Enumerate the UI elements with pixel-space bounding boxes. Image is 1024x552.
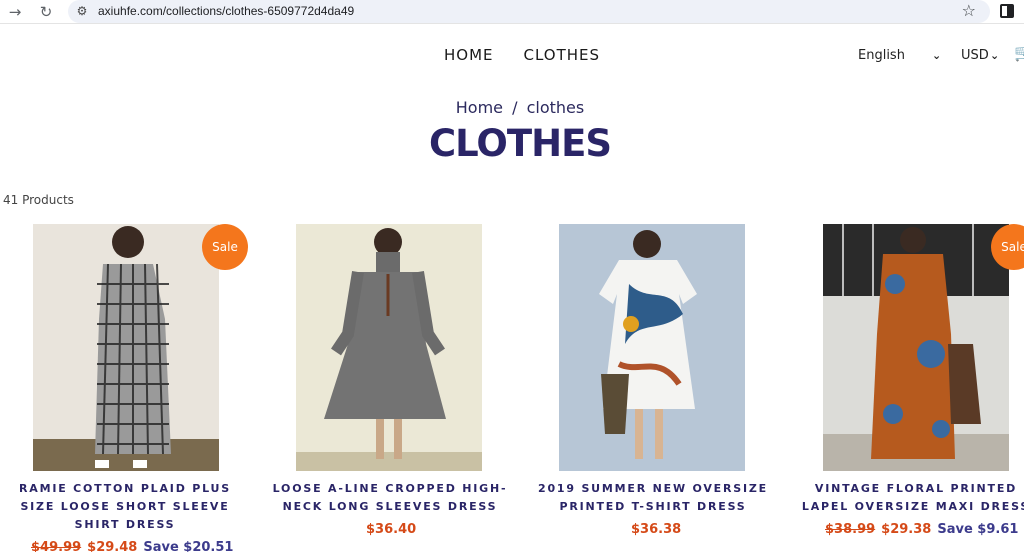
sale-price: $29.48 bbox=[87, 540, 138, 552]
arrow-right-icon[interactable]: → bbox=[4, 1, 26, 23]
reload-icon[interactable]: ↻ bbox=[35, 1, 57, 23]
product-image[interactable] bbox=[33, 224, 219, 471]
address-bar[interactable]: ⚙ axiuhfe.com/collections/clothes-650977… bbox=[68, 0, 990, 23]
product-title[interactable]: LOOSE A-LINE CROPPED HIGH-NECK LONG SLEE… bbox=[270, 480, 510, 516]
breadcrumb-current: clothes bbox=[526, 98, 585, 117]
original-price: $49.99 bbox=[31, 540, 82, 552]
breadcrumb-home[interactable]: Home bbox=[456, 98, 503, 117]
sale-price: $29.38 bbox=[881, 522, 932, 537]
product-prices: $38.99 $29.38 Save $9.61 bbox=[825, 522, 1018, 537]
language-selector[interactable]: English bbox=[858, 48, 905, 63]
product-title[interactable]: 2019 SUMMER NEW OVERSIZE PRINTED T-SHIRT… bbox=[536, 480, 770, 516]
product-prices: $36.40 bbox=[366, 522, 422, 537]
price: $36.40 bbox=[366, 522, 417, 537]
product-image[interactable] bbox=[823, 224, 1009, 471]
save-amount: Save $9.61 bbox=[937, 522, 1019, 537]
browser-toolbar: → ↻ ⚙ axiuhfe.com/collections/clothes-65… bbox=[0, 0, 1024, 24]
star-icon[interactable]: ☆ bbox=[962, 1, 976, 20]
url-text[interactable]: axiuhfe.com/collections/clothes-6509772d… bbox=[98, 4, 354, 18]
main-nav: HOME CLOTHES bbox=[444, 46, 600, 64]
product-image[interactable] bbox=[296, 224, 482, 471]
original-price: $38.99 bbox=[825, 522, 876, 537]
chevron-down-icon[interactable]: ⌄ bbox=[990, 49, 999, 62]
product-title[interactable]: VINTAGE FLORAL PRINTED LAPEL OVERSIZE MA… bbox=[796, 480, 1024, 516]
price: $36.38 bbox=[631, 522, 682, 537]
save-amount: Save $20.51 bbox=[143, 540, 234, 552]
nav-clothes[interactable]: CLOTHES bbox=[524, 46, 601, 64]
product-count: 41 Products bbox=[3, 193, 74, 207]
product-prices: $49.99 $29.48 Save $20.51 bbox=[31, 540, 233, 552]
sale-badge: Sale bbox=[202, 224, 248, 270]
page-title: CLOTHES bbox=[429, 122, 612, 165]
side-panel-icon[interactable] bbox=[1000, 4, 1014, 18]
product-prices: $36.38 bbox=[631, 522, 687, 537]
chevron-down-icon[interactable]: ⌄ bbox=[932, 49, 941, 62]
currency-selector[interactable]: USD bbox=[961, 48, 989, 63]
product-title[interactable]: RAMIE COTTON PLAID PLUS SIZE LOOSE SHORT… bbox=[0, 480, 250, 534]
product-image[interactable] bbox=[559, 224, 745, 471]
cart-icon[interactable]: 🛒 bbox=[1014, 43, 1024, 62]
site-settings-icon[interactable]: ⚙ bbox=[74, 3, 90, 19]
breadcrumb-separator: / bbox=[512, 98, 518, 117]
nav-home[interactable]: HOME bbox=[444, 46, 494, 64]
breadcrumb: Home / clothes bbox=[0, 98, 1024, 117]
